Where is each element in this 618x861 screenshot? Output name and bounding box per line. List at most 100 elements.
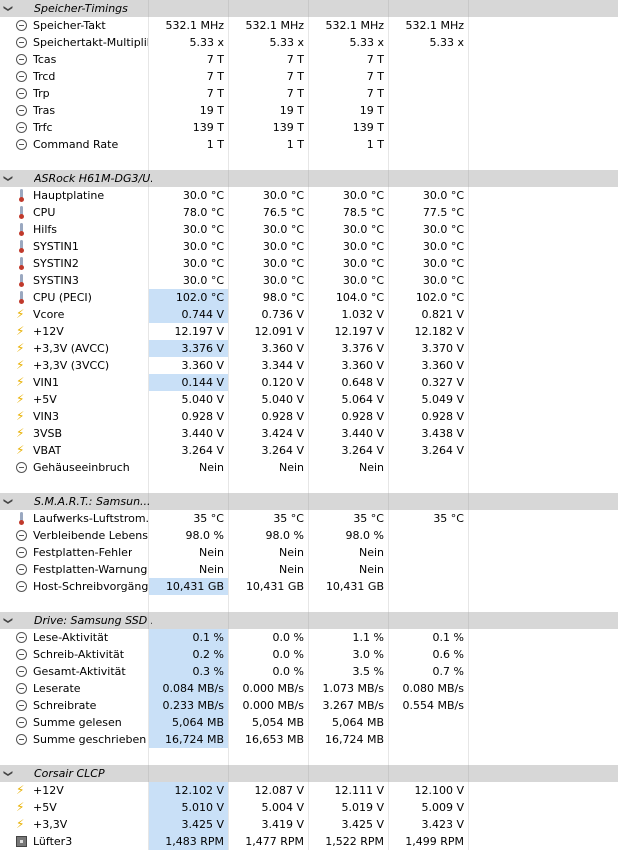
sensor-row[interactable]: Trfc 139 T 139 T 139 T xyxy=(0,119,618,136)
value-cell xyxy=(389,0,469,17)
sensor-row[interactable]: ⚡ +5V 5.040 V 5.040 V 5.064 V 5.049 V xyxy=(0,391,618,408)
value-cell: 35 °C xyxy=(389,510,469,527)
sensor-row[interactable]: Trcd 7 T7 T7 T xyxy=(0,68,618,85)
value-cell: 0.3 % xyxy=(149,663,229,680)
sensor-row[interactable]: ⚡ VIN1 0.144 V 0.120 V 0.648 V 0.327 V xyxy=(0,374,618,391)
group-header[interactable]: ❯ Speicher-Timings xyxy=(0,0,618,17)
sensor-row[interactable]: ⚡ VIN3 0.928 V 0.928 V 0.928 V 0.928 V xyxy=(0,408,618,425)
value-cell xyxy=(309,0,389,17)
name-cell: Hauptplatine xyxy=(12,187,149,204)
sensor-row[interactable]: ⚡ Vcore 0.744 V 0.736 V 1.032 V 0.821 V xyxy=(0,306,618,323)
value-cell: 3.0 % xyxy=(309,646,389,663)
sensor-row[interactable]: Laufwerks-Luftstrom... 35 °C 35 °C 35 °C 35 … xyxy=(0,510,618,527)
value-cell xyxy=(389,136,469,153)
sensor-row[interactable]: SYSTIN3 30.0 °C 30.0 °C 30.0 °C 30.0 °C xyxy=(0,272,618,289)
sensor-row[interactable]: ⚡ +3,3V 3.425 V 3.419 V 3.425 V 3.423 V xyxy=(0,816,618,833)
expander-cell xyxy=(0,833,12,850)
thermometer-icon xyxy=(19,223,24,236)
sensor-row[interactable]: Summe gelesen 5,064 MB 5,054 MB 5,064 MB xyxy=(0,714,618,731)
sensor-row[interactable]: Festplatten-Fehler Nein Nein Nein xyxy=(0,544,618,561)
value-cell: 7 T xyxy=(229,51,309,68)
sensor-row[interactable]: ⚡ VBAT 3.264 V 3.264 V 3.264 V 3.264 V xyxy=(0,442,618,459)
sensor-label: VIN3 xyxy=(33,410,59,423)
value-cell: 0.0 % xyxy=(229,629,309,646)
sensor-row[interactable]: Command Rate 1 T1 T1 T xyxy=(0,136,618,153)
group-header[interactable]: ❯ ASRock H61M-DG3/U... xyxy=(0,170,618,187)
sensor-row[interactable]: Festplatten-Warnung Nein Nein Nein xyxy=(0,561,618,578)
sensor-row[interactable]: Hilfs 30.0 °C 30.0 °C 30.0 °C 30.0 °C xyxy=(0,221,618,238)
tail-cell xyxy=(469,136,618,153)
sensor-row[interactable]: ⚡ +3,3V (AVCC) 3.376 V 3.360 V 3.376 V 3.370 … xyxy=(0,340,618,357)
sensor-label: Hilfs xyxy=(33,223,57,236)
value-cell: Nein xyxy=(229,459,309,476)
name-cell: Trp xyxy=(12,85,149,102)
group-header[interactable]: ❯ S.M.A.R.T.: Samsun... xyxy=(0,493,618,510)
sensor-row[interactable]: Leserate 0.084 MB/s 0.000 MB/s 1.073 MB/s 0.… xyxy=(0,680,618,697)
sensor-row[interactable]: Lese-Aktivität 0.1 % 0.0 % 1.1 % 0.1 % xyxy=(0,629,618,646)
sensor-row[interactable]: SYSTIN2 30.0 °C 30.0 °C 30.0 °C 30.0 °C xyxy=(0,255,618,272)
sensor-row[interactable]: Gesamt-Aktivität 0.3 % 0.0 % 3.5 % 0.7 % xyxy=(0,663,618,680)
name-cell: ⚡ VBAT xyxy=(12,442,149,459)
value-cell: 30.0 °C xyxy=(389,221,469,238)
value-cell xyxy=(389,595,469,612)
clock-icon xyxy=(16,700,27,711)
sensor-label: SYSTIN3 xyxy=(33,274,79,287)
tail-cell xyxy=(469,476,618,493)
value-cell: 0.084 MB/s xyxy=(149,680,229,697)
spacer-row xyxy=(0,153,618,170)
value-cell xyxy=(309,595,389,612)
sensor-row[interactable]: Tcas 7 T7 T7 T xyxy=(0,51,618,68)
value-cell: 30.0 °C xyxy=(149,221,229,238)
sensor-row[interactable]: ⚡ +3,3V (3VCC) 3.360 V 3.344 V 3.360 V 3.360 … xyxy=(0,357,618,374)
expander-cell xyxy=(0,476,12,493)
sensor-row[interactable]: Hauptplatine 30.0 °C 30.0 °C 30.0 °C 30.0 °C xyxy=(0,187,618,204)
sensor-row[interactable]: CPU (PECI) 102.0 °C 98.0 °C 104.0 °C 102.0 °… xyxy=(0,289,618,306)
sensor-row[interactable]: ⚡ +5V 5.010 V 5.004 V 5.019 V 5.009 V xyxy=(0,799,618,816)
value-cell: 78.5 °C xyxy=(309,204,389,221)
sensor-row[interactable]: ⚡ 3VSB 3.440 V 3.424 V 3.440 V 3.438 V xyxy=(0,425,618,442)
sensor-row[interactable]: SYSTIN1 30.0 °C 30.0 °C 30.0 °C 30.0 °C xyxy=(0,238,618,255)
value-cell: 0.327 V xyxy=(389,374,469,391)
sensor-row[interactable]: ⚡ +12V 12.197 V 12.091 V 12.197 V 12.182 V xyxy=(0,323,618,340)
voltage-icon: ⚡ xyxy=(16,375,25,389)
sensor-row[interactable]: ⚡ +12V 12.102 V 12.087 V 12.111 V 12.100 V xyxy=(0,782,618,799)
sensor-row[interactable]: Tras 19 T 19 T 19 T xyxy=(0,102,618,119)
sensor-row[interactable]: Summe geschrieben 16,724 MB 16,653 MB 16,72… xyxy=(0,731,618,748)
value-cell xyxy=(229,748,309,765)
name-cell: S.M.A.R.T.: Samsun... xyxy=(12,493,151,510)
sensor-row[interactable]: Speichertakt-Multiplik...5.33 x5.33 x5.3… xyxy=(0,34,618,51)
value-cell: 3.5 % xyxy=(309,663,389,680)
value-cell: 3.264 V xyxy=(309,442,389,459)
sensor-label: Hauptplatine xyxy=(33,189,105,202)
sensor-row[interactable]: Gehäuseeinbruch Nein Nein Nein xyxy=(0,459,618,476)
value-cell: 1,483 RPM xyxy=(149,833,229,850)
group-title: Drive: Samsung SSD ... xyxy=(34,614,152,627)
expander-cell xyxy=(0,578,12,595)
value-cell: 16,724 MB xyxy=(149,731,229,748)
value-cell: 0.0 % xyxy=(229,663,309,680)
group-header[interactable]: ❯ Drive: Samsung SSD ... xyxy=(0,612,618,629)
sensor-row[interactable]: Speicher-Takt 532.1 MHz 532.1 MHz 532.1 MHz… xyxy=(0,17,618,34)
value-cell: 0.928 V xyxy=(309,408,389,425)
sensor-row[interactable]: Schreibrate 0.233 MB/s 0.000 MB/s 3.267 MB/… xyxy=(0,697,618,714)
value-cell: 7 T xyxy=(229,85,309,102)
sensor-row[interactable]: Verbleibende Lebens... 98.0 % 98.0 % 98.0 % xyxy=(0,527,618,544)
name-cell: Lüfter3 xyxy=(12,833,149,850)
value-cell: 139 T xyxy=(229,119,309,136)
group-header[interactable]: ❯ Corsair CLCP xyxy=(0,765,618,782)
sensor-row[interactable]: Host-Schreibvorgäng... 10,431 GB 10,431 GB… xyxy=(0,578,618,595)
expander-cell xyxy=(0,442,12,459)
sensor-row[interactable]: Trp 7 T7 T7 T xyxy=(0,85,618,102)
thermometer-icon xyxy=(19,189,24,202)
sensor-row[interactable]: Schreib-Aktivität 0.2 % 0.0 % 3.0 % 0.6 % xyxy=(0,646,618,663)
tail-cell xyxy=(469,102,618,119)
value-cell: 30.0 °C xyxy=(149,255,229,272)
value-cell: 30.0 °C xyxy=(229,238,309,255)
value-cell: 0.648 V xyxy=(309,374,389,391)
sensor-row[interactable]: Lüfter3 1,483 RPM 1,477 RPM 1,522 RPM 1,499 … xyxy=(0,833,618,850)
name-cell: Corsair CLCP xyxy=(12,765,149,782)
tail-cell xyxy=(469,646,618,663)
tail-cell xyxy=(469,425,618,442)
voltage-icon: ⚡ xyxy=(16,800,25,814)
sensor-row[interactable]: CPU 78.0 °C 76.5 °C 78.5 °C 77.5 °C xyxy=(0,204,618,221)
